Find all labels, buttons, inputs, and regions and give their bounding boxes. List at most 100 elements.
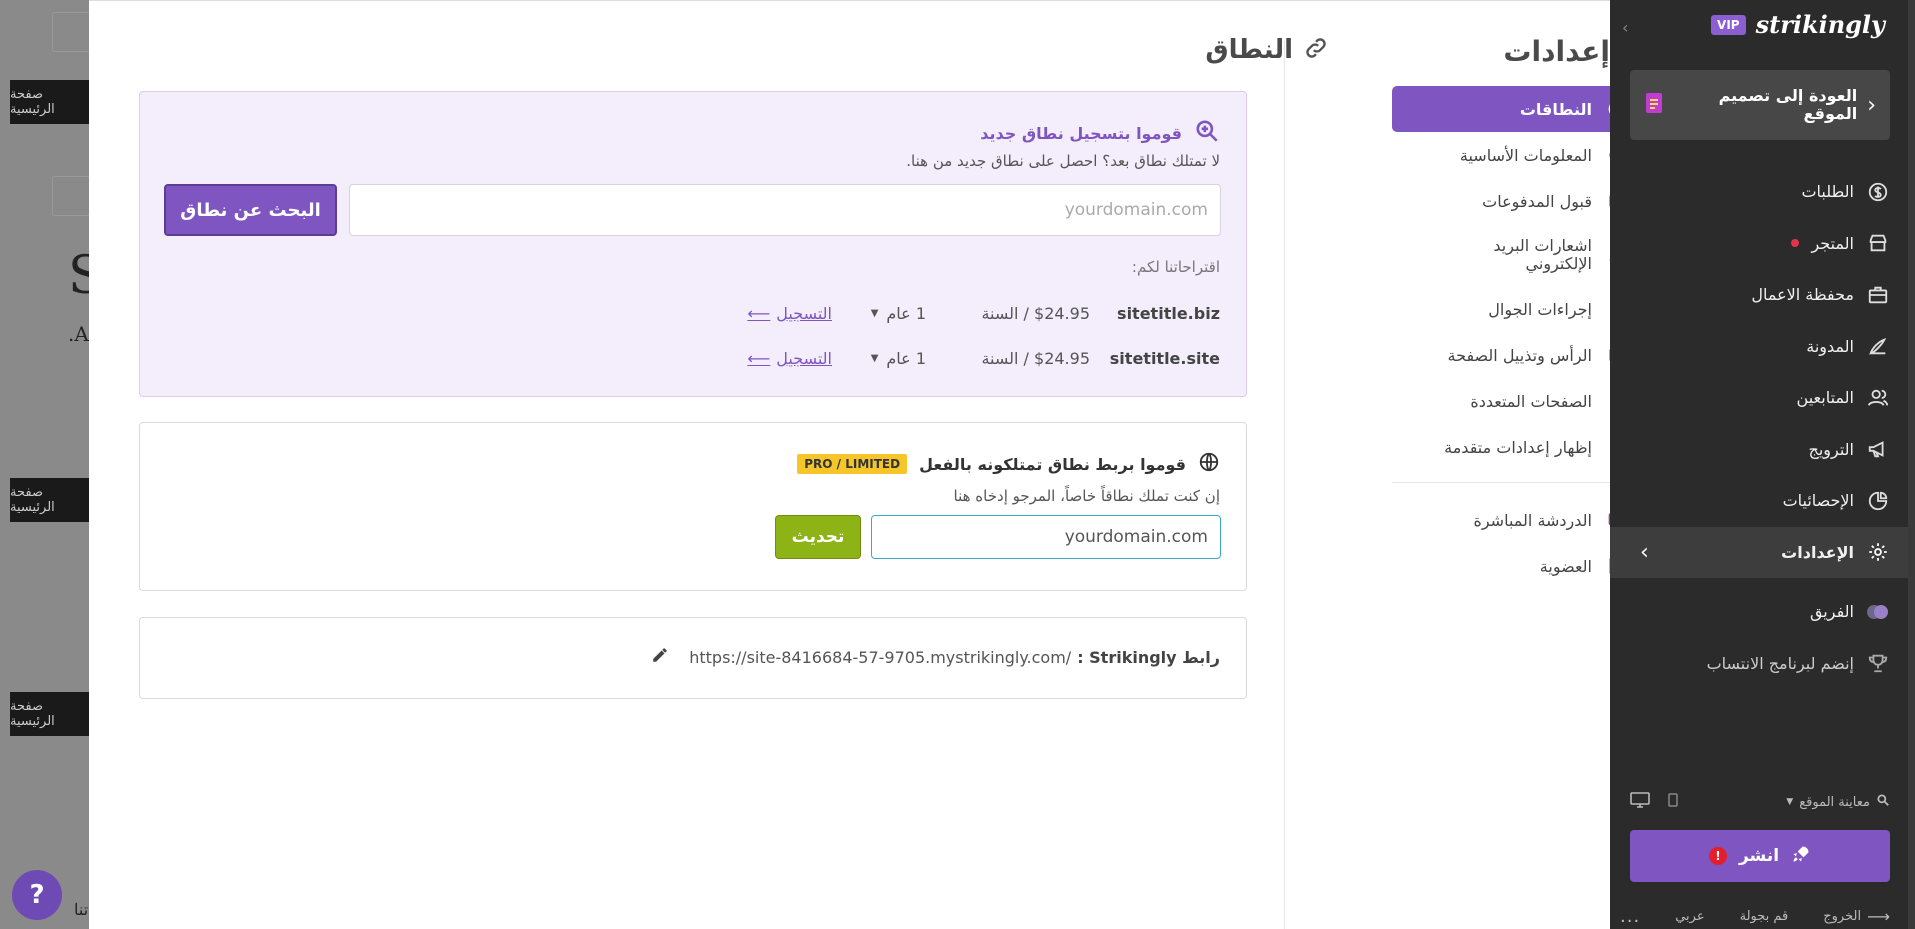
connect-domain-input[interactable]: yourdomain.com bbox=[871, 515, 1221, 559]
chevron-right-icon: › bbox=[1640, 539, 1649, 565]
mobile-icon[interactable] bbox=[1668, 793, 1678, 811]
store-icon bbox=[1866, 231, 1890, 255]
term-select[interactable]: 1 عام ▼ bbox=[856, 304, 926, 323]
sidebar-label: الإعدادات bbox=[1781, 542, 1854, 562]
search-domain-button[interactable]: البحث عن نطاق bbox=[164, 184, 337, 236]
register-link[interactable]: التسجيل ⟵ bbox=[747, 304, 832, 323]
domain-header: النطاق bbox=[1139, 35, 1329, 65]
connect-title: قوموا بربط نطاق تمتلكونه بالفعل bbox=[919, 454, 1186, 474]
arrow-left-icon: ⟵ bbox=[747, 303, 771, 323]
pie-icon bbox=[1866, 489, 1890, 513]
more-icon[interactable]: ... bbox=[1620, 906, 1640, 927]
collapse-chevron-icon[interactable]: › bbox=[1622, 18, 1628, 37]
nav-item-domains[interactable]: النطاقات bbox=[1392, 86, 1642, 132]
nav-label: إظهار إعدادات متقدمة bbox=[1444, 437, 1592, 457]
help-button[interactable]: ? bbox=[12, 870, 62, 920]
pencil-icon[interactable] bbox=[651, 646, 669, 668]
document-icon bbox=[1644, 92, 1664, 118]
preview-site-dropdown[interactable]: معاينة الموقع ▼ bbox=[1786, 793, 1890, 811]
sidebar-item-blog[interactable]: المدونة bbox=[1610, 321, 1890, 373]
register-link-label: التسجيل bbox=[776, 348, 832, 368]
nav-label: النطاقات bbox=[1519, 99, 1592, 119]
nav-divider bbox=[1392, 482, 1642, 483]
blog-icon bbox=[1866, 334, 1890, 358]
settings-modal: إعدادات النطاقات المعلومات الأساسية قبول… bbox=[89, 0, 1642, 929]
update-button[interactable]: تحديث bbox=[775, 515, 861, 559]
nav-item-mobile-actions[interactable]: إجراءات الجوال bbox=[1392, 286, 1642, 332]
nav-label: الرأس وتذييل الصفحة bbox=[1447, 345, 1592, 365]
pro-limited-badge: PRO / LIMITED bbox=[797, 454, 908, 474]
domain-search-input[interactable]: yourdomain.com bbox=[349, 184, 1221, 236]
nav-item-multiple-pages[interactable]: الصفحات المتعددة bbox=[1392, 378, 1642, 424]
sidebar-item-team[interactable]: الفريق bbox=[1610, 586, 1890, 638]
device-toggle bbox=[1630, 792, 1678, 812]
register-title-row: قوموا بتسجيل نطاق جديد bbox=[980, 118, 1220, 148]
bg-letter: .A bbox=[68, 322, 89, 346]
nav-item-advanced-settings[interactable]: إظهار إعدادات متقدمة bbox=[1392, 424, 1642, 470]
sidebar-label: المتابعين bbox=[1796, 388, 1854, 408]
bg-box bbox=[52, 176, 92, 216]
sidebar-menu: الطلبات المتجر محفظة الاعمال المدونة الم… bbox=[1610, 166, 1915, 690]
sidebar-label: الإحصائيات bbox=[1782, 491, 1854, 511]
caret-down-icon: ▼ bbox=[870, 352, 879, 364]
url-label: رابط Strikingly : bbox=[1077, 647, 1220, 667]
url-value: https://site-8416684-57-9705.mystrikingl… bbox=[689, 647, 1072, 667]
sidebar-label: الطلبات bbox=[1801, 182, 1854, 202]
connect-title-row: قوموا بربط نطاق تمتلكونه بالفعل PRO / LI… bbox=[797, 451, 1220, 477]
sidebar-item-affiliate[interactable]: إنضم لبرنامج الانتساب bbox=[1610, 638, 1890, 690]
nav-label: الدردشة المباشرة bbox=[1473, 510, 1592, 530]
bg-strip-label: صفحة الرئيسية bbox=[10, 87, 55, 117]
nav-label: العضوية bbox=[1539, 556, 1592, 576]
sidebar-label: المتجر bbox=[1811, 233, 1854, 253]
bg-strip: صفحة الرئيسية bbox=[10, 80, 90, 124]
settings-title: إعدادات bbox=[1503, 35, 1610, 68]
link-icon bbox=[1303, 35, 1329, 65]
sidebar-item-promotion[interactable]: الترويج bbox=[1610, 424, 1890, 476]
team-icon bbox=[1866, 600, 1890, 624]
megaphone-icon bbox=[1866, 437, 1890, 461]
suggestion-row: sitetitle.site $24.95 / السنة 1 عام ▼ الت… bbox=[720, 345, 1220, 371]
chevron-left-icon: ‹ bbox=[1867, 92, 1876, 118]
sidebar-item-settings[interactable]: الإعدادات › bbox=[1610, 526, 1915, 578]
nav-item-membership[interactable]: العضوية bbox=[1392, 543, 1642, 589]
term-select[interactable]: 1 عام ▼ bbox=[856, 349, 926, 368]
notification-dot bbox=[1791, 239, 1800, 248]
warning-icon: ! bbox=[1708, 847, 1727, 865]
sidebar-item-stats[interactable]: الإحصائيات bbox=[1610, 475, 1890, 527]
sidebar-label: محفظة الاعمال bbox=[1751, 285, 1854, 305]
nav-label: إجراءات الجوال bbox=[1488, 299, 1592, 319]
portfolio-icon bbox=[1866, 283, 1890, 307]
nav-item-header-footer[interactable]: الرأس وتذييل الصفحة bbox=[1392, 332, 1642, 378]
sidebar-label: الترويج bbox=[1808, 439, 1854, 459]
nav-item-email-notifications[interactable]: اشعارات البريد الإلكتروني bbox=[1392, 224, 1642, 286]
sidebar-item-portfolio[interactable]: محفظة الاعمال bbox=[1610, 269, 1890, 321]
logout-link[interactable]: ⟶ الخروج bbox=[1823, 907, 1890, 926]
sidebar-item-store[interactable]: المتجر bbox=[1610, 218, 1890, 270]
bg-strip: صفحة الرئيسية bbox=[10, 478, 90, 522]
nav-item-basic-info[interactable]: المعلومات الأساسية bbox=[1392, 132, 1642, 178]
publish-button[interactable]: انشر ! bbox=[1630, 830, 1890, 882]
globe-icon bbox=[1198, 451, 1220, 477]
publish-label: انشر bbox=[1738, 846, 1780, 866]
caret-down-icon: ▼ bbox=[1786, 797, 1794, 807]
rocket-icon bbox=[1791, 844, 1811, 869]
bg-strip-label: صفحة الرئيسية bbox=[10, 485, 55, 515]
editor-sidebar: › VIP strikingly ‹ العودة إلى تصميم المو… bbox=[1610, 0, 1915, 929]
sidebar-item-orders[interactable]: الطلبات bbox=[1610, 166, 1890, 218]
bg-strip-label: صفحة الرئيسية bbox=[10, 699, 55, 729]
nav-label: الصفحات المتعددة bbox=[1470, 391, 1592, 411]
sidebar-footer: ⟶ الخروج قم بجولة عربي ... bbox=[1620, 906, 1890, 927]
back-label: العودة إلى تصميم الموقع bbox=[1718, 86, 1858, 123]
scrollbar[interactable] bbox=[1908, 0, 1915, 929]
back-to-design-button[interactable]: ‹ العودة إلى تصميم الموقع bbox=[1630, 70, 1890, 140]
register-link[interactable]: التسجيل ⟵ bbox=[747, 349, 832, 368]
nav-item-payments[interactable]: قبول المدفوعات bbox=[1392, 178, 1642, 224]
desktop-icon[interactable] bbox=[1630, 792, 1650, 812]
nav-item-live-chat[interactable]: الدردشة المباشرة bbox=[1392, 497, 1642, 543]
term-value: 1 عام bbox=[886, 303, 926, 323]
language-link[interactable]: عربي bbox=[1675, 909, 1704, 924]
url-row: رابط Strikingly : https://site-8416684-5… bbox=[651, 646, 1220, 668]
caret-down-icon: ▼ bbox=[870, 307, 879, 319]
sidebar-item-followers[interactable]: المتابعين bbox=[1610, 372, 1890, 424]
tour-link[interactable]: قم بجولة bbox=[1740, 909, 1789, 924]
